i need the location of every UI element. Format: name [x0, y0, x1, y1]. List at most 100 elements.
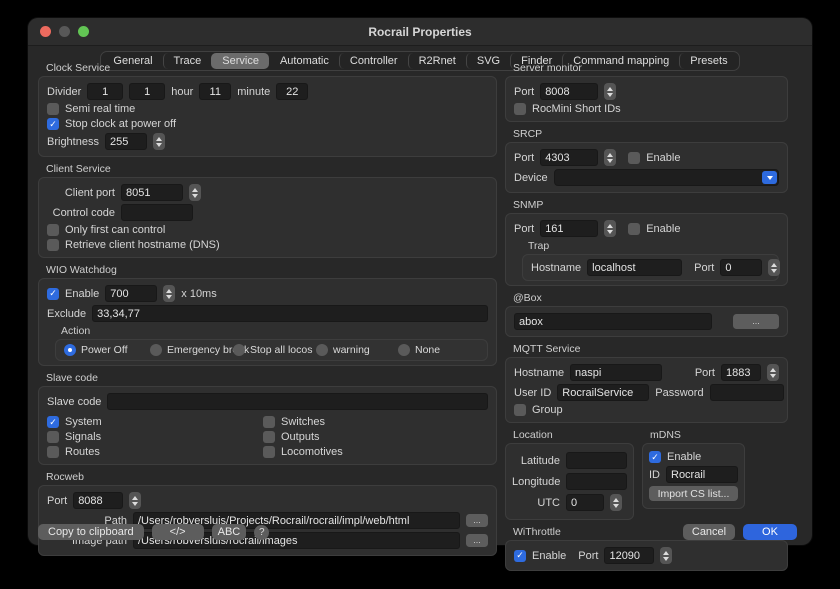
- action-option-emergency-break[interactable]: Emergency break: [150, 344, 227, 356]
- rocmini-checkbox[interactable]: [514, 103, 526, 115]
- clock-service-title: Clock Service: [46, 62, 497, 74]
- hour-input[interactable]: [199, 83, 231, 100]
- trap-port-stepper[interactable]: [768, 259, 780, 276]
- atbox-browse-button[interactable]: ...: [733, 314, 779, 329]
- mqtt-password-input[interactable]: [710, 384, 784, 401]
- latitude-input[interactable]: [566, 452, 627, 469]
- ok-button[interactable]: OK: [743, 524, 797, 540]
- system-checkbox[interactable]: [47, 416, 59, 428]
- rocweb-port-stepper[interactable]: [129, 492, 141, 509]
- slave-code-label: Slave code: [47, 396, 101, 408]
- emergency-break-radio[interactable]: [150, 344, 162, 356]
- import-cs-list-button[interactable]: Import CS list...: [649, 486, 738, 501]
- action-option-none[interactable]: None: [398, 344, 440, 356]
- srcp-port-input[interactable]: [540, 149, 598, 166]
- help-button[interactable]: ?: [254, 525, 269, 540]
- code-view-button[interactable]: </>: [152, 524, 204, 540]
- wio-enable-checkbox[interactable]: [47, 288, 59, 300]
- trap-port-input[interactable]: [720, 259, 762, 276]
- mqtt-title: MQTT Service: [513, 343, 788, 355]
- longitude-input[interactable]: [566, 473, 627, 490]
- snmp-port-input[interactable]: [540, 220, 598, 237]
- routes-checkbox[interactable]: [47, 446, 59, 458]
- client-port-stepper[interactable]: [189, 184, 201, 201]
- minute-input[interactable]: [276, 83, 308, 100]
- brightness-stepper[interactable]: [153, 133, 165, 150]
- outputs-label: Outputs: [281, 431, 320, 443]
- withrottle-enable-checkbox[interactable]: [514, 550, 526, 562]
- wio-interval-stepper[interactable]: [163, 285, 175, 302]
- server-monitor-port-input[interactable]: [540, 83, 598, 100]
- utc-stepper[interactable]: [610, 494, 622, 511]
- action-option-stop-all-locos[interactable]: Stop all locos: [233, 344, 310, 356]
- retrieve-hostname-checkbox[interactable]: [47, 239, 59, 251]
- mdns-id-input[interactable]: [666, 466, 738, 483]
- divider-2-input[interactable]: [129, 83, 165, 100]
- mqtt-hostname-input[interactable]: [570, 364, 662, 381]
- close-window-button[interactable]: [40, 26, 51, 37]
- stop-clock-label: Stop clock at power off: [65, 118, 176, 130]
- withrottle-port-input[interactable]: [604, 547, 654, 564]
- chevron-down-icon[interactable]: [762, 171, 777, 184]
- none-label: None: [415, 344, 440, 356]
- utc-input[interactable]: [566, 494, 604, 511]
- srcp-port-label: Port: [514, 152, 534, 164]
- stop-clock-checkbox[interactable]: [47, 118, 59, 130]
- srcp-device-combobox[interactable]: [554, 169, 779, 186]
- outputs-checkbox[interactable]: [263, 431, 275, 443]
- snmp-port-stepper[interactable]: [604, 220, 616, 237]
- withrottle-enable-label: Enable: [532, 550, 566, 562]
- server-monitor-title: Server monitor: [513, 62, 788, 74]
- mqtt-userid-input[interactable]: [557, 384, 649, 401]
- srcp-enable-checkbox[interactable]: [628, 152, 640, 164]
- atbox-group: @Box ...: [505, 292, 788, 337]
- routes-label: Routes: [65, 446, 100, 458]
- mqtt-port-stepper[interactable]: [767, 364, 779, 381]
- none-radio[interactable]: [398, 344, 410, 356]
- mqtt-port-input[interactable]: [721, 364, 761, 381]
- control-code-input[interactable]: [121, 204, 193, 221]
- copy-to-clipboard-button[interactable]: Copy to clipboard: [38, 524, 144, 540]
- power-off-radio[interactable]: [64, 344, 76, 356]
- signals-checkbox[interactable]: [47, 431, 59, 443]
- snmp-enable-checkbox[interactable]: [628, 223, 640, 235]
- semi-real-time-checkbox[interactable]: [47, 103, 59, 115]
- only-first-checkbox[interactable]: [47, 224, 59, 236]
- cancel-button[interactable]: Cancel: [683, 524, 735, 540]
- locomotives-checkbox[interactable]: [263, 446, 275, 458]
- slave-code-title: Slave code: [46, 372, 497, 384]
- slave-code-group: Slave code Slave code System Signals: [38, 372, 497, 465]
- srcp-port-stepper[interactable]: [604, 149, 616, 166]
- wio-interval-unit: x 10ms: [181, 288, 216, 300]
- exclude-input[interactable]: [92, 305, 488, 322]
- slave-code-input[interactable]: [107, 393, 488, 410]
- wio-interval-input[interactable]: [105, 285, 157, 302]
- divider-1-input[interactable]: [87, 83, 123, 100]
- hour-label: hour: [171, 86, 193, 98]
- rocrail-properties-window: Rocrail Properties General Trace Service…: [28, 18, 812, 545]
- switches-checkbox[interactable]: [263, 416, 275, 428]
- rocweb-port-label: Port: [47, 495, 67, 507]
- action-option-power-off[interactable]: Power Off: [64, 344, 144, 356]
- minimize-window-button[interactable]: [59, 26, 70, 37]
- srcp-group: SRCP Port Enable Device: [505, 128, 788, 193]
- server-monitor-port-stepper[interactable]: [604, 83, 616, 100]
- trap-hostname-input[interactable]: [587, 259, 682, 276]
- abc-button[interactable]: ABC: [212, 524, 247, 540]
- trap-hostname-label: Hostname: [531, 262, 581, 274]
- action-option-warning[interactable]: warning: [316, 344, 392, 356]
- client-port-input[interactable]: [121, 184, 183, 201]
- brightness-input[interactable]: [105, 133, 147, 150]
- withrottle-port-stepper[interactable]: [660, 547, 672, 564]
- warning-radio[interactable]: [316, 344, 328, 356]
- rocweb-title: Rocweb: [46, 471, 497, 483]
- atbox-input[interactable]: [514, 313, 712, 330]
- stop-all-locos-radio[interactable]: [233, 344, 245, 356]
- mdns-enable-checkbox[interactable]: [649, 451, 661, 463]
- mqtt-group-checkbox[interactable]: [514, 404, 526, 416]
- mqtt-userid-label: User ID: [514, 387, 551, 399]
- semi-real-time-label: Semi real time: [65, 103, 135, 115]
- snmp-title: SNMP: [513, 199, 788, 211]
- zoom-window-button[interactable]: [78, 26, 89, 37]
- rocweb-port-input[interactable]: [73, 492, 123, 509]
